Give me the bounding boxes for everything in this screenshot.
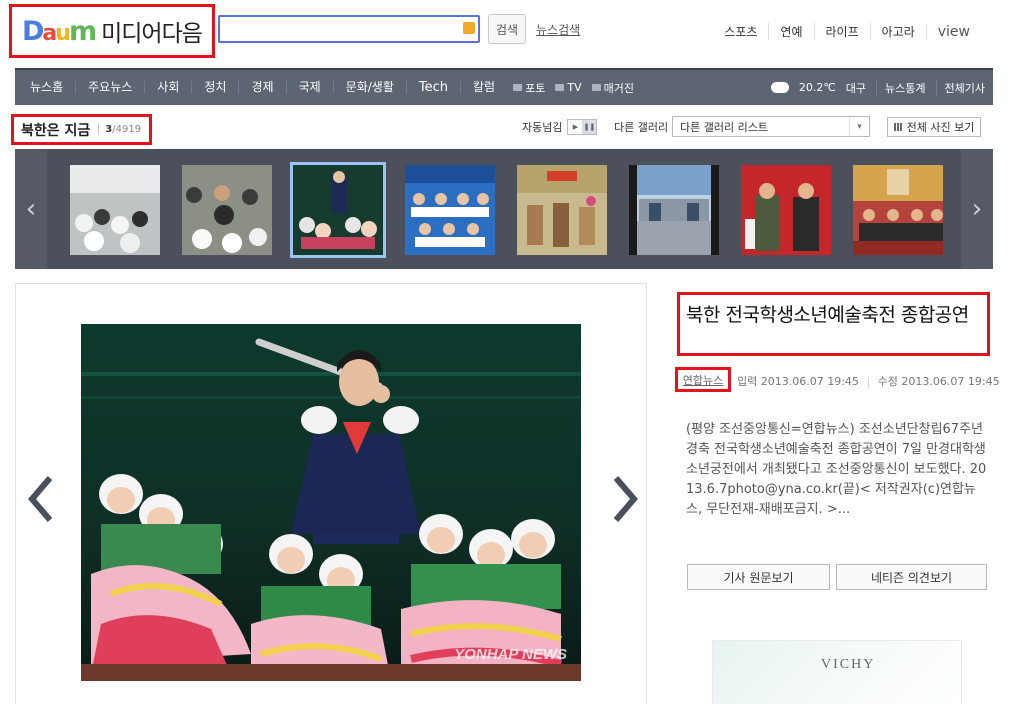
search-box[interactable]: [218, 15, 480, 43]
thumbnail-strip: ‹ ›: [15, 149, 993, 269]
source-box: 연합뉴스: [675, 367, 731, 392]
chevron-down-icon: ▾: [849, 117, 869, 136]
news-search-link[interactable]: 뉴스검색: [536, 21, 580, 38]
cloud-icon: [770, 82, 789, 93]
input-date: 2013.06.07 19:45: [760, 375, 859, 388]
top-link-view[interactable]: view: [925, 23, 981, 40]
nav-media-photo-label: 포토: [525, 81, 546, 95]
nav-item-culture[interactable]: 문화/생활: [332, 81, 406, 94]
tv-icon: [555, 84, 565, 91]
nav-item-top-news[interactable]: 주요뉴스: [75, 81, 144, 94]
edit-label: 수정: [877, 375, 898, 388]
ad-brand: VICHY: [821, 657, 876, 672]
article-body: (평양 조선중앙통신=연합뉴스) 조선소년단창립67주년 경축 전국학생소년예술…: [686, 422, 987, 517]
thumbnail[interactable]: [517, 165, 607, 255]
view-comments-button[interactable]: 네티즌 의견보기: [836, 564, 987, 590]
prev-photo-arrow[interactable]: [26, 474, 56, 524]
nav-item-economy[interactable]: 경제: [238, 81, 285, 94]
strip-prev-arrow[interactable]: ‹: [15, 149, 47, 269]
input-label: 입력: [737, 375, 758, 388]
headline-box: 북한 전국학생소년예술축전 종합공연: [677, 292, 990, 356]
logo-text: 미디어다음: [101, 21, 203, 47]
play-icon[interactable]: ▶: [568, 120, 582, 134]
site-logo[interactable]: Daum 미디어다음: [9, 4, 215, 58]
gallery-title-box: 북한은 지금 3/4919: [11, 114, 152, 145]
photo-icon: [513, 84, 523, 91]
advertisement[interactable]: VICHY: [712, 640, 962, 704]
autoplay: 자동넘김 ▶ ❚❚: [522, 119, 598, 135]
thumbnail[interactable]: [629, 165, 719, 255]
thumbnail-image: [741, 165, 831, 255]
nav-item-column[interactable]: 칼럼: [460, 81, 507, 94]
top-link-life[interactable]: 라이프: [813, 23, 870, 40]
gallery-select-value: 다른 갤러리 리스트: [680, 120, 768, 134]
thumbnail-image: [293, 165, 383, 255]
nav-item-politics[interactable]: 정치: [191, 81, 238, 94]
nav-media-tv-label: TV: [567, 81, 582, 94]
nav-item-world[interactable]: 국제: [285, 81, 333, 94]
strip-next-arrow[interactable]: ›: [961, 149, 993, 269]
nav-right: 20.2℃ 대구 뉴스통계 전체기사: [770, 70, 985, 105]
next-photo-arrow[interactable]: [610, 474, 640, 524]
grid-icon: [893, 123, 903, 131]
daum-logo: Daum: [22, 15, 97, 47]
autoplay-toggle[interactable]: ▶ ❚❚: [567, 119, 598, 135]
nav-item-home[interactable]: 뉴스홈: [15, 81, 75, 94]
date-separator: |: [866, 375, 871, 388]
thumbnail-image: [405, 165, 495, 255]
search-button[interactable]: 검색: [488, 14, 526, 44]
nav-media-tv[interactable]: TV: [555, 81, 582, 94]
other-gallery-label: 다른 갤러리: [614, 121, 669, 134]
magazine-icon: [591, 84, 601, 91]
top-links: 스포츠 연예 라이프 아고라 view: [713, 23, 981, 40]
thumbnail-selected[interactable]: [290, 162, 386, 258]
view-original-button[interactable]: 기사 원문보기: [687, 564, 830, 590]
thumbnail[interactable]: [405, 165, 495, 255]
view-all-label: 전체 사진 보기: [906, 121, 975, 134]
weather-city[interactable]: 대구: [846, 80, 866, 96]
photo-panel: YONHAP NEWS: [15, 283, 647, 704]
nav-media-photo[interactable]: 포토: [513, 80, 545, 96]
all-articles-link[interactable]: 전체기사: [935, 79, 985, 96]
gallery-title: 북한은 지금: [21, 122, 91, 139]
thumbnail[interactable]: [70, 165, 160, 255]
search-input[interactable]: [220, 17, 455, 41]
main-photo[interactable]: YONHAP NEWS: [81, 324, 581, 681]
article-headline: 북한 전국학생소년예술축전 종합공연: [686, 304, 969, 326]
main-nav: 뉴스홈 주요뉴스 사회 정치 경제 국제 문화/생활 Tech 칼럼 포토 TV…: [15, 68, 993, 105]
top-link-entertainment[interactable]: 연예: [768, 23, 813, 40]
thumbnail-image: [629, 165, 719, 255]
view-all-photos-button[interactable]: 전체 사진 보기: [887, 117, 981, 137]
thumbnail-image: [70, 165, 160, 255]
thumbnail[interactable]: [853, 165, 943, 255]
gallery-total: /4919: [112, 124, 142, 135]
main-photo-image: [81, 324, 581, 681]
keyboard-icon[interactable]: [463, 22, 475, 34]
weather-temp: 20.2℃: [798, 81, 836, 94]
nav-item-tech[interactable]: Tech: [405, 81, 460, 94]
nav-item-society[interactable]: 사회: [144, 81, 191, 94]
top-link-sports[interactable]: 스포츠: [713, 23, 768, 40]
pause-icon[interactable]: ❚❚: [582, 120, 597, 134]
nav-media-magazine-label: 매거진: [603, 81, 634, 95]
gallery-count: 3/4919: [98, 124, 141, 135]
top-link-agora[interactable]: 아고라: [869, 23, 926, 40]
nav-media-magazine[interactable]: 매거진: [591, 80, 634, 96]
thumbnail-image: [517, 165, 607, 255]
thumbnail[interactable]: [741, 165, 831, 255]
other-gallery-select[interactable]: 다른 갤러리 리스트 ▾: [672, 116, 870, 137]
edit-date: 2013.06.07 19:45: [901, 375, 1000, 388]
thumbnail-image: [853, 165, 943, 255]
autoplay-label: 자동넘김: [522, 121, 563, 134]
thumbnail-image: [182, 165, 272, 255]
photo-watermark: YONHAP NEWS: [454, 646, 567, 663]
thumbnail[interactable]: [182, 165, 272, 255]
news-stats-link[interactable]: 뉴스통계: [876, 79, 926, 96]
nav-media: 포토 TV 매거진: [513, 80, 644, 96]
article-dates: 입력 2013.06.07 19:45 | 수정 2013.06.07 19:4…: [737, 373, 1000, 389]
article-source[interactable]: 연합뉴스: [683, 372, 723, 388]
